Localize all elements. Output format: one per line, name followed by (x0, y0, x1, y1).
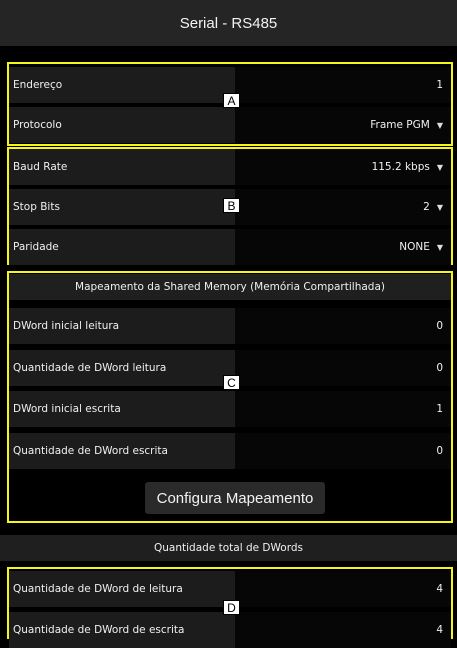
baud-rate-row: Baud Rate 115.2 kbps ▼ (9, 149, 451, 185)
baud-rate-value: 115.2 kbps (371, 161, 430, 173)
dword-read-start-input[interactable]: 0 (235, 308, 451, 344)
protocol-row: Protocolo Frame PGM ▼ (9, 107, 451, 143)
totals-section-title: Quantidade total de DWords (0, 535, 457, 561)
parity-select[interactable]: NONE ▼ (235, 229, 451, 265)
parity-row: Paridade NONE ▼ (9, 229, 451, 265)
caret-down-icon: ▼ (436, 120, 443, 130)
protocol-select[interactable]: Frame PGM ▼ (235, 107, 451, 143)
address-input[interactable]: 1 (235, 67, 451, 103)
dword-write-count-row: Quantidade de DWord escrita 0 (9, 433, 451, 469)
group-d-box: Quantidade de DWord de leitura 4 Quantid… (7, 567, 453, 648)
dword-write-start-input[interactable]: 1 (235, 391, 451, 427)
stop-bits-select[interactable]: 2 ▼ (235, 189, 451, 225)
dword-read-start-row: DWord inicial leitura 0 (9, 308, 451, 344)
dword-write-total-value: 4 (436, 624, 443, 636)
dword-read-total-label: Quantidade de DWord de leitura (9, 571, 235, 607)
marker-a: A (223, 93, 240, 108)
page-title: Serial - RS485 (179, 14, 278, 32)
stop-bits-value: 2 (423, 201, 430, 213)
marker-b: B (223, 198, 240, 213)
dword-write-total-value-cell: 4 (235, 612, 451, 648)
dword-write-count-input[interactable]: 0 (235, 433, 451, 469)
marker-d: D (223, 600, 240, 615)
dword-write-start-value: 1 (436, 403, 443, 415)
address-value: 1 (436, 79, 443, 91)
marker-c: C (223, 375, 240, 390)
dword-write-count-label: Quantidade de DWord escrita (9, 433, 235, 469)
dword-write-total-row: Quantidade de DWord de escrita 4 (9, 612, 451, 648)
caret-down-icon: ▼ (436, 162, 443, 172)
dword-read-count-value: 0 (436, 362, 443, 374)
dword-read-total-value-cell: 4 (235, 571, 451, 607)
page-header: Serial - RS485 (0, 0, 457, 46)
group-a-box: Endereço 1 Protocolo Frame PGM ▼ A (7, 62, 453, 146)
caret-down-icon: ▼ (436, 242, 443, 252)
dword-write-start-label: DWord inicial escrita (9, 391, 235, 427)
dword-read-start-label: DWord inicial leitura (9, 308, 235, 344)
dword-read-count-label: Quantidade de DWord leitura (9, 350, 235, 386)
address-label: Endereço (9, 67, 235, 103)
dword-write-total-label: Quantidade de DWord de escrita (9, 612, 235, 648)
parity-value: NONE (399, 241, 430, 253)
dword-read-count-input[interactable]: 0 (235, 350, 451, 386)
dword-read-start-value: 0 (436, 320, 443, 332)
configure-mapping-button[interactable]: Configura Mapeamento (145, 482, 325, 514)
baud-rate-select[interactable]: 115.2 kbps ▼ (235, 149, 451, 185)
caret-down-icon: ▼ (436, 202, 443, 212)
protocol-value: Frame PGM (370, 119, 430, 131)
parity-label: Paridade (9, 229, 235, 265)
dword-read-total-value: 4 (436, 583, 443, 595)
dword-write-start-row: DWord inicial escrita 1 (9, 391, 451, 427)
baud-rate-label: Baud Rate (9, 149, 235, 185)
group-b-box: Baud Rate 115.2 kbps ▼ Stop Bits 2 ▼ Parid… (7, 147, 453, 265)
protocol-label: Protocolo (9, 107, 235, 143)
stop-bits-label: Stop Bits (9, 189, 235, 225)
mapping-section-title: Mapeamento da Shared Memory (Memória Com… (9, 274, 451, 300)
group-c-box: Mapeamento da Shared Memory (Memória Com… (7, 271, 453, 523)
dword-write-count-value: 0 (436, 445, 443, 457)
